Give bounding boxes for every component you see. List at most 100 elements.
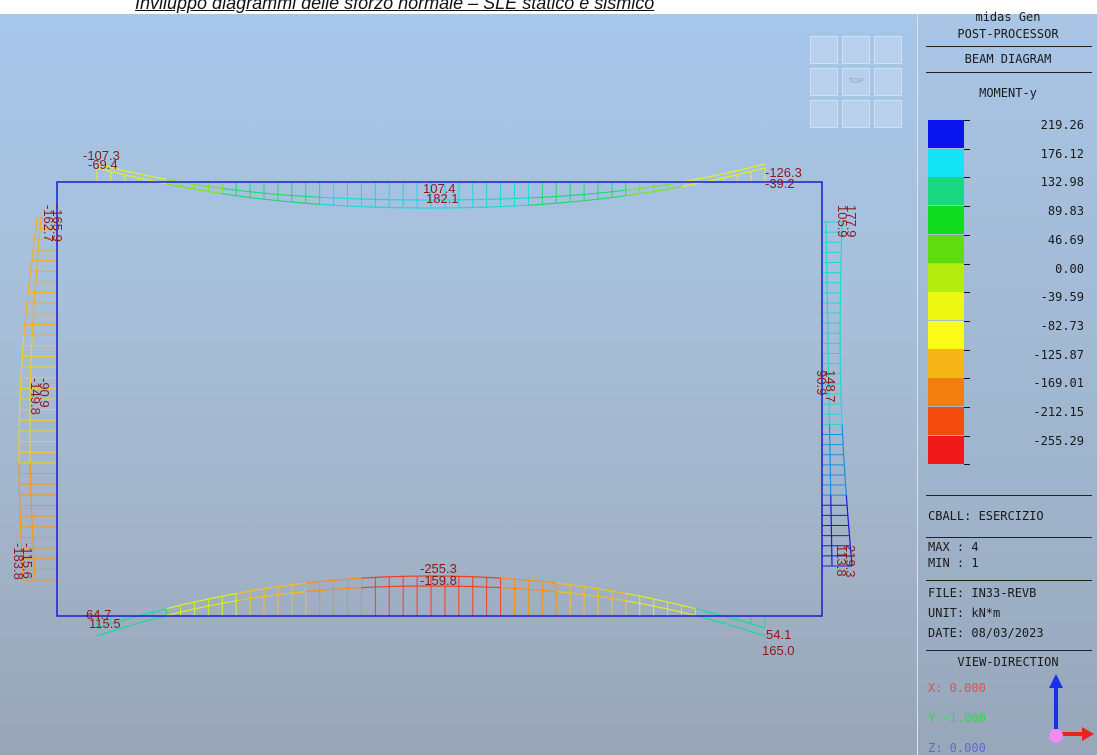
diagram-stroke <box>848 525 851 536</box>
mode-label: POST-PROCESSOR <box>957 27 1059 41</box>
diagram-stroke <box>514 578 529 581</box>
label-top-left-b: -69.4 <box>88 157 118 172</box>
frame-outline[interactable] <box>56 181 823 617</box>
diagram-stroke <box>33 228 37 240</box>
diagram-stroke <box>514 587 529 590</box>
diagram-stroke <box>35 217 38 229</box>
diagram-stroke <box>31 249 34 261</box>
diagram-stroke <box>236 597 251 602</box>
legend-value: -125.87 <box>1033 347 1084 362</box>
legend-swatch <box>928 320 964 349</box>
diagram-stroke <box>611 189 626 193</box>
diagram-stroke <box>361 576 376 579</box>
diagram-stroke <box>500 587 515 589</box>
diagram-stroke <box>737 166 752 172</box>
diagram-stroke <box>584 198 599 202</box>
diagram-stroke <box>166 604 181 610</box>
diagram-stroke <box>597 588 613 592</box>
diagram-stroke <box>22 335 25 346</box>
diagram-stroke <box>333 587 348 590</box>
diagram-stroke <box>750 623 766 629</box>
diagram-stroke <box>528 588 543 591</box>
view-cube-corner-se[interactable] <box>874 100 902 128</box>
view-cube-face-left[interactable] <box>810 68 838 96</box>
divider <box>926 580 1092 581</box>
diagram-stroke <box>29 260 33 272</box>
legend-tick <box>964 206 970 208</box>
legend-value: 219.26 <box>1040 118 1084 132</box>
diagram-stroke <box>263 198 278 202</box>
legend-value: -39.59 <box>1040 290 1084 305</box>
view-cube-corner-nw[interactable] <box>810 36 838 64</box>
diagram-stroke <box>333 197 348 200</box>
legend-swatch <box>928 263 964 292</box>
diagram-stroke <box>611 597 626 602</box>
diagram-stroke <box>347 587 362 589</box>
diagram-stroke <box>667 186 682 190</box>
legend-value: -255.29 <box>1033 433 1084 448</box>
legend-swatch <box>928 435 964 464</box>
diagram-stroke <box>19 377 22 389</box>
file-name: FILE: IN33-REVB <box>928 586 1037 600</box>
view-cube[interactable]: TOP <box>810 36 902 128</box>
legend-swatch <box>928 349 964 378</box>
legend-swatch <box>928 407 964 435</box>
diagram-stroke <box>222 592 237 597</box>
view-cube-face-top[interactable]: TOP <box>842 68 870 96</box>
diagram-stroke <box>250 191 265 194</box>
diagram-stroke <box>305 580 320 584</box>
diagram-stroke <box>542 195 557 198</box>
diagram-stroke <box>208 185 223 190</box>
diagram-stroke <box>723 622 738 628</box>
diagram-stroke <box>124 622 139 628</box>
diagram-stroke <box>750 163 766 169</box>
diagram-stroke <box>249 588 265 592</box>
divider <box>926 46 1092 47</box>
diagram-stroke <box>361 205 376 208</box>
diagram-stroke <box>570 193 585 197</box>
view-cube-face-front[interactable] <box>842 100 870 128</box>
axis-x-arrow <box>1082 727 1094 741</box>
diagram-stroke <box>709 618 724 624</box>
view-cube-corner-sw[interactable] <box>810 100 838 128</box>
label-left-bot-b: -115.6 <box>20 543 35 579</box>
label-right-mid-b: 148.7 <box>823 370 838 403</box>
diagram-stroke <box>845 485 847 496</box>
diagram-stroke <box>695 176 710 181</box>
diagram-stroke <box>194 183 209 188</box>
legend-value: 132.98 <box>1040 175 1084 190</box>
diagram-stroke <box>597 196 612 200</box>
diagram-stroke <box>263 594 278 598</box>
diagram-stroke <box>514 197 529 200</box>
legend-value: 89.83 <box>1047 204 1084 219</box>
diagram-stroke <box>305 195 320 198</box>
view-cube-face-back[interactable] <box>842 36 870 64</box>
diagram-stroke <box>291 591 306 594</box>
diagram-stroke <box>653 188 668 193</box>
diagram-stroke <box>681 183 696 188</box>
diagram-stroke <box>35 260 39 272</box>
legend-tick <box>964 464 970 466</box>
diagram-stroke <box>152 176 167 181</box>
diagram-stroke <box>37 239 40 250</box>
legend-tick <box>964 320 970 322</box>
diagram-stroke <box>20 367 23 378</box>
diagram-stroke <box>361 586 376 589</box>
view-cube-face-right[interactable] <box>874 68 902 96</box>
legend-tick <box>964 407 970 408</box>
label-bot-right-b: 165.0 <box>762 643 795 658</box>
legend-tick <box>964 120 970 121</box>
date: DATE: 08/03/2023 <box>928 626 1044 640</box>
label-left-top-b: -165.9 <box>50 205 65 242</box>
diagram-stroke <box>36 249 39 261</box>
diagram-stroke <box>319 203 334 206</box>
program-name: midas Gen <box>975 10 1041 24</box>
diagram-stroke <box>375 576 390 578</box>
diagram-stroke <box>208 190 223 195</box>
axis-origin <box>1049 729 1063 743</box>
diagram-stroke <box>709 173 724 178</box>
divider <box>926 495 1092 496</box>
diagram-stroke <box>528 196 543 199</box>
diagram-stroke <box>180 608 195 613</box>
view-cube-corner-ne[interactable] <box>874 36 902 64</box>
